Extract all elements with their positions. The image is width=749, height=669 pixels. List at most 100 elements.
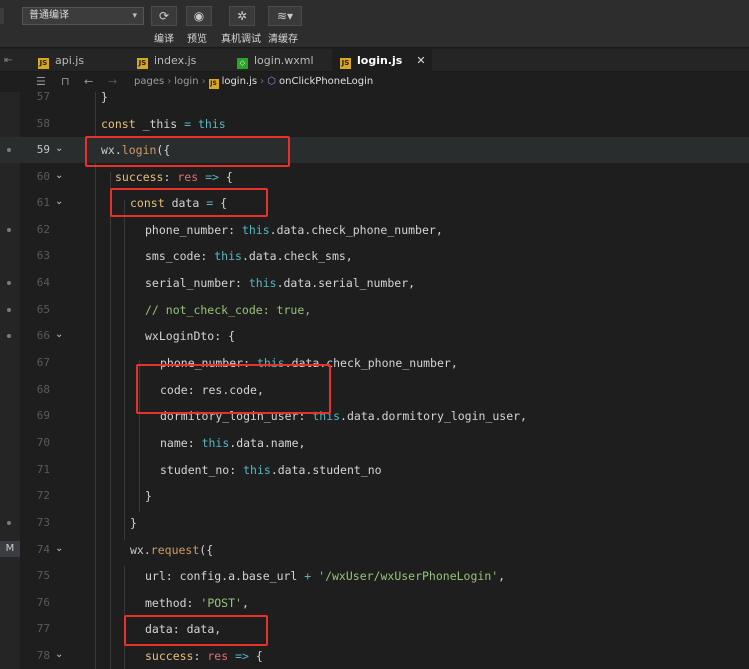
code-token: } bbox=[101, 92, 108, 104]
list-icon[interactable]: ☰ bbox=[36, 72, 46, 92]
code-text: method: 'POST', bbox=[145, 596, 249, 610]
code-token: } bbox=[130, 516, 137, 530]
chevron-down-icon: ▾ bbox=[132, 11, 137, 21]
line-number: 76 bbox=[36, 596, 50, 609]
code-text: wxLoginDto: { bbox=[145, 329, 236, 343]
line-number: 75 bbox=[36, 569, 50, 582]
crumb-login[interactable]: login bbox=[174, 76, 198, 87]
code-comment: // not_check_code: true, bbox=[145, 303, 312, 317]
line-number: 63 bbox=[36, 249, 50, 262]
refresh-icon: ⟳ bbox=[158, 9, 170, 23]
collapse-sidebar-icon[interactable]: ⇤ bbox=[4, 49, 24, 72]
code-text: const _this = this bbox=[101, 117, 226, 131]
code-text: name: this.data.name, bbox=[160, 436, 306, 450]
code-line: 60 ⌄ success: res => { bbox=[0, 164, 749, 190]
code-text: // not_check_code: true, bbox=[145, 297, 311, 323]
code-line: 69 dormitory_login_user: this.data.dormi… bbox=[0, 403, 749, 429]
code-line: 67 phone_number: this.data.check_phone_n… bbox=[0, 350, 749, 376]
clear-cache-button[interactable]: ≋▾ bbox=[268, 6, 302, 26]
compile-label: 编译 bbox=[154, 34, 174, 45]
code-editor[interactable]: M 57 } 58 const _this = this 59 ⌄ wx.log… bbox=[0, 92, 749, 669]
editor-tabs: ⇤ JS api.js JS index.js ◇ login.wxml JS logi… bbox=[0, 49, 749, 72]
eye-icon: ◉ bbox=[193, 9, 205, 23]
line-number: 74 bbox=[36, 543, 50, 556]
back-arrow-icon[interactable]: ← bbox=[84, 72, 93, 92]
tab-label: index.js bbox=[154, 54, 197, 67]
preview-label: 预览 bbox=[187, 34, 207, 45]
close-icon[interactable]: ✕ bbox=[416, 54, 425, 67]
bug-icon: ✲ bbox=[236, 9, 248, 23]
code-text: } bbox=[145, 483, 152, 509]
breakpoint-dot bbox=[7, 228, 11, 232]
toolbar: 普通编译 ▾ ⟳ ◉ ✲ ≋▾ 编译 预览 真机调试 清缓存 bbox=[0, 0, 749, 48]
code-text: wx.login({ bbox=[101, 143, 171, 157]
tab-label: api.js bbox=[55, 54, 85, 67]
crumb-pages[interactable]: pages bbox=[134, 76, 164, 87]
chevron-down-icon[interactable]: ⌄ bbox=[55, 643, 63, 669]
chevron-down-icon[interactable]: ⌄ bbox=[55, 164, 63, 190]
chevron-down-icon[interactable]: ⌄ bbox=[55, 537, 63, 563]
compile-mode-select[interactable]: 普通编译 ▾ bbox=[22, 7, 144, 25]
line-number: 66 bbox=[36, 329, 50, 342]
code-text: sms_code: this.data.check_sms, bbox=[145, 249, 353, 263]
code-line: 66 ⌄ wxLoginDto: { bbox=[0, 323, 749, 349]
code-line: 62 phone_number: this.data.check_phone_n… bbox=[0, 217, 749, 243]
code-text: student_no: this.data.student_no bbox=[160, 463, 382, 477]
tab-index-js[interactable]: JS index.js bbox=[137, 49, 196, 72]
code-line: 64 serial_number: this.data.serial_numbe… bbox=[0, 270, 749, 296]
js-file-icon: JS bbox=[38, 58, 49, 69]
code-line: 73 } bbox=[0, 510, 749, 536]
line-number: 62 bbox=[36, 223, 50, 236]
code-text: url: config.a.base_url + '/wxUser/wxUser… bbox=[145, 569, 506, 583]
line-number: 70 bbox=[36, 436, 50, 449]
wxml-file-icon: ◇ bbox=[237, 58, 248, 69]
tab-login-wxml[interactable]: ◇ login.wxml bbox=[237, 49, 314, 72]
line-number: 60 bbox=[36, 170, 50, 183]
preview-button[interactable]: ◉ bbox=[186, 6, 212, 26]
crumb-file[interactable]: login.js bbox=[222, 76, 258, 87]
code-text: } bbox=[130, 510, 137, 536]
compile-button[interactable]: ⟳ bbox=[151, 6, 177, 26]
code-text: code: res.code, bbox=[160, 383, 264, 397]
bookmark-icon[interactable]: ⊓ bbox=[61, 72, 70, 92]
code-line: 74 ⌄ wx.request({ bbox=[0, 537, 749, 563]
chevron-down-icon[interactable]: ⌄ bbox=[55, 137, 63, 163]
code-text: data: data, bbox=[145, 622, 222, 636]
crumb-symbol[interactable]: onClickPhoneLogin bbox=[279, 76, 373, 87]
line-number: 71 bbox=[36, 463, 50, 476]
code-text: success: res => { bbox=[145, 649, 263, 663]
chevron-down-icon[interactable]: ⌄ bbox=[55, 190, 63, 216]
code-text: wx.request({ bbox=[130, 543, 214, 557]
chevron-down-icon[interactable]: ⌄ bbox=[55, 323, 63, 349]
code-line: 65 // not_check_code: true, bbox=[0, 297, 749, 323]
code-line-current: 59 ⌄ wx.login({ bbox=[0, 137, 749, 163]
breadcrumb-path: pages › login › JS login.js › ⬡ onClickPhoneLog… bbox=[134, 76, 374, 89]
clear-cache-label: 清缓存 bbox=[268, 34, 298, 45]
line-number: 61 bbox=[36, 196, 50, 209]
line-number: 72 bbox=[36, 489, 50, 502]
code-line: 76 method: 'POST', bbox=[0, 590, 749, 616]
breadcrumb: ☰ ⊓ ← → pages › login › JS login.js › ⬡ onClick… bbox=[0, 72, 749, 92]
code-line: 75 url: config.a.base_url + '/wxUser/wxU… bbox=[0, 563, 749, 589]
tab-label: login.wxml bbox=[254, 54, 314, 67]
js-file-icon: JS bbox=[137, 58, 148, 69]
toolbar-left-edge bbox=[0, 8, 4, 24]
code-text: phone_number: this.data.check_phone_numb… bbox=[160, 356, 458, 370]
forward-arrow-icon[interactable]: → bbox=[108, 72, 117, 92]
layers-icon: ≋▾ bbox=[276, 9, 294, 23]
line-number: 78 bbox=[36, 649, 50, 662]
code-line: 70 name: this.data.name, bbox=[0, 430, 749, 456]
code-line: 57 } bbox=[0, 92, 749, 110]
code-text: success: res => { bbox=[115, 170, 233, 184]
breakpoint-dot bbox=[7, 148, 11, 152]
breakpoint-dot bbox=[7, 521, 11, 525]
remote-debug-button[interactable]: ✲ bbox=[229, 6, 255, 26]
code-text: dormitory_login_user: this.data.dormitor… bbox=[160, 409, 527, 423]
js-file-icon: JS bbox=[208, 79, 219, 89]
code-line: 58 const _this = this bbox=[0, 111, 749, 137]
tab-login-js[interactable]: JS login.js ✕ bbox=[332, 49, 432, 72]
tab-api-js[interactable]: JS api.js bbox=[38, 49, 84, 72]
line-number: 57 bbox=[36, 92, 50, 103]
breakpoint-dot bbox=[7, 281, 11, 285]
code-text: } bbox=[101, 92, 108, 110]
